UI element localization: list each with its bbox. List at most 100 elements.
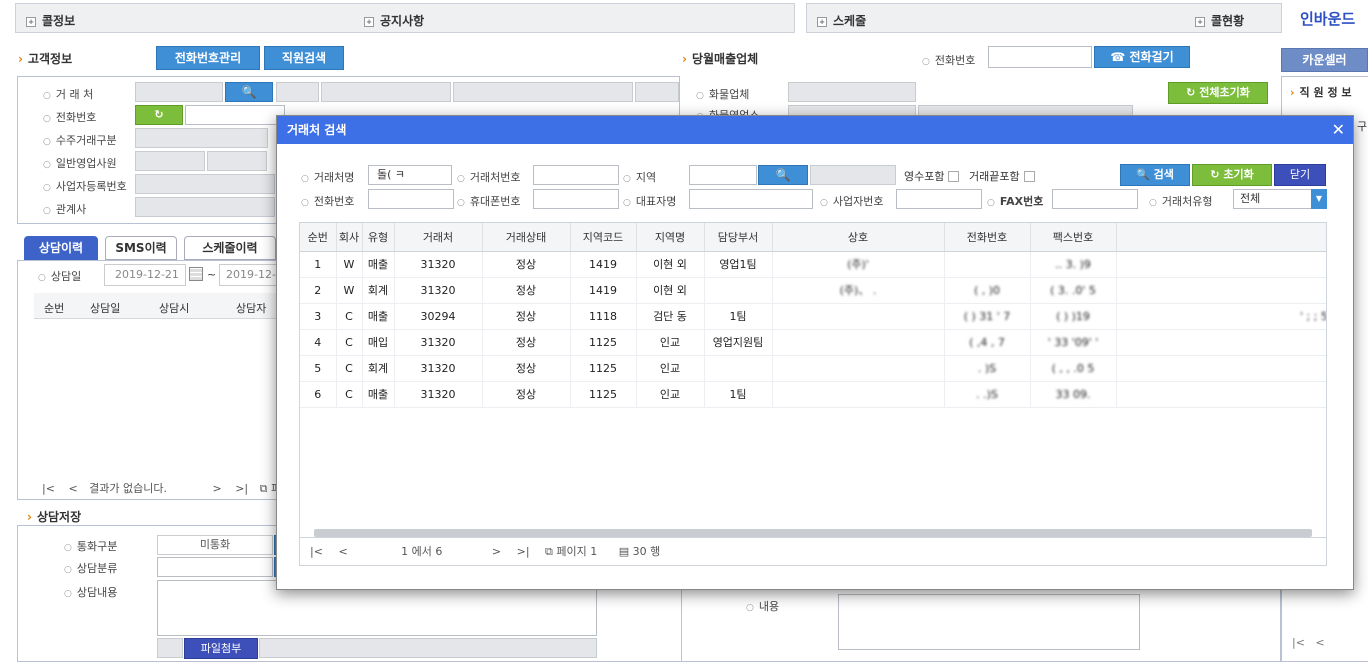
table-cell xyxy=(772,381,945,408)
counselor-header[interactable]: 카운셀러 xyxy=(1281,48,1368,72)
table-cell: ( ,4 , 7 xyxy=(944,329,1031,356)
col-trade-name[interactable]: 상호 xyxy=(772,223,945,252)
calendar-icon[interactable] xyxy=(189,267,203,281)
filter-ceo-input[interactable] xyxy=(689,189,813,209)
dialog-close-button[interactable]: 닫기 xyxy=(1274,164,1326,186)
filter-region-name xyxy=(810,165,896,185)
closed-include-check[interactable]: 거래끝포함 xyxy=(969,168,1035,184)
table-cell: 31320 xyxy=(394,277,483,304)
last-page-button[interactable]: >| xyxy=(235,482,248,495)
filter-fax-input[interactable] xyxy=(1052,189,1138,209)
table-row[interactable]: 1W매출31320정상1419이현 외영업1팀(주)' .. 3. )9· · 성 xyxy=(300,251,1326,278)
call-type-select[interactable]: 미통화 xyxy=(157,535,273,555)
table-cell: 정상 xyxy=(482,329,571,356)
col-no[interactable]: 순번 xyxy=(300,223,337,252)
close-icon[interactable]: ✕ xyxy=(1332,120,1345,139)
table-cell: 매입 xyxy=(362,329,395,356)
tab-schedule-history[interactable]: 스케줄이력 xyxy=(184,236,276,260)
col-type[interactable]: 유형 xyxy=(362,223,395,252)
col-dept[interactable]: 담당부서 xyxy=(704,223,773,252)
search-icon: 🔍 xyxy=(1136,168,1154,181)
memo-textarea[interactable] xyxy=(838,594,1140,650)
table-row[interactable]: 4 C 매입 31320 정상 1125 인교 영업지원팀 ( ,4 , 7 ' 33 '09' … xyxy=(300,329,1326,356)
call-status-tab[interactable]: + 콜현황 xyxy=(1195,12,1244,29)
reset-all-button[interactable]: ↻ 전체초기화 xyxy=(1168,82,1268,104)
account-search-button[interactable]: 🔍 xyxy=(225,82,273,102)
phone-mgmt-button[interactable]: 전화번호관리 xyxy=(156,46,260,70)
horizontal-scrollbar[interactable] xyxy=(314,529,1312,537)
table-cell: 인교 xyxy=(636,381,705,408)
counselor-pager[interactable]: |< < xyxy=(1292,636,1325,649)
col-region-name[interactable]: 지역명 xyxy=(636,223,705,252)
filter-name-input[interactable]: 돌( ㅋ xyxy=(368,165,452,185)
first-page-button[interactable]: |< xyxy=(42,482,55,495)
prev-page-button[interactable]: < xyxy=(338,545,347,558)
table-row[interactable]: 2 W 회계 31320 정상 1419 이현 외 (주)、 .( , )0( 3. .0' … xyxy=(300,277,1326,304)
next-page-button[interactable]: > xyxy=(213,482,222,495)
call-button[interactable]: ☎ 전화걸기 xyxy=(1094,46,1190,68)
table-cell: (주)、 . xyxy=(772,277,945,304)
col-region-code[interactable]: 지역코드 xyxy=(570,223,637,252)
call-type-label: 통화구분 xyxy=(64,538,117,554)
order-type-field[interactable] xyxy=(135,128,268,148)
schedule-tab[interactable]: + 스케줄 xyxy=(817,12,866,29)
dialog-reset-button[interactable]: ↻ 초기화 xyxy=(1192,164,1272,186)
filter-region-input[interactable] xyxy=(689,165,757,185)
col-account[interactable]: 거래처 xyxy=(394,223,483,252)
table-cell: . 7 . xyxy=(1116,277,1326,304)
phone-field[interactable] xyxy=(185,105,285,125)
page-icon: ⧉ xyxy=(259,482,268,495)
dialog-search-button[interactable]: 🔍 검색 xyxy=(1120,164,1190,186)
filter-phone-input[interactable] xyxy=(368,189,454,209)
filter-label-account-no: 거래처번호 xyxy=(457,169,521,185)
region-search-button[interactable]: 🔍 xyxy=(758,165,808,185)
sales-staff-field-1 xyxy=(135,151,205,171)
sales-staff-field-2 xyxy=(207,151,267,171)
table-cell: 정상 xyxy=(482,303,571,330)
results-grid: 순번 회사 유형 거래처 거래상태 지역코드 지역명 담당부서 상호 전화번호 … xyxy=(299,222,1327,538)
table-cell: 1125 xyxy=(570,381,637,408)
date-from-input[interactable]: 2019-12-21 xyxy=(104,264,186,286)
category-select[interactable] xyxy=(157,557,273,577)
table-row[interactable]: 5C회계31320정상1125인교 . )S( , , .0 5·록 ( ; xyxy=(300,355,1326,382)
col-address[interactable]: 주소 xyxy=(1116,223,1326,252)
page-icon: ⧉ xyxy=(545,545,553,558)
first-page-button[interactable]: |< xyxy=(310,545,323,558)
attach-file-button[interactable]: 파일첨부 xyxy=(184,638,258,659)
filter-label-mobile: 휴대폰번호 xyxy=(457,193,521,209)
filter-label-ceo: 대표자명 xyxy=(623,193,676,209)
prev-page-button[interactable]: < xyxy=(68,482,77,495)
col-status[interactable]: 거래상태 xyxy=(482,223,571,252)
col-fax[interactable]: 팩스번호 xyxy=(1030,223,1117,252)
account-field-3 xyxy=(321,82,451,102)
last-page-button[interactable]: >| xyxy=(517,545,530,558)
filter-mobile-input[interactable] xyxy=(533,189,619,209)
filter-bizno-input[interactable] xyxy=(896,189,982,209)
tab-sms-history[interactable]: SMS이력 xyxy=(105,236,177,260)
notice-tab[interactable]: + 공지사항 xyxy=(364,12,424,29)
filter-type-select[interactable]: 전체 ▼ xyxy=(1233,189,1327,209)
field-label-account: 거 래 처 xyxy=(43,86,93,102)
date-to-input[interactable]: 2019-12-21 xyxy=(219,264,277,286)
top-bar-right: + 스케줄 + 콜현황 xyxy=(806,3,1282,33)
account-code-field[interactable] xyxy=(135,82,223,102)
phone-number-input[interactable] xyxy=(988,46,1092,68)
table-cell: 31320 xyxy=(394,251,483,278)
call-info-tab[interactable]: + 콜정보 xyxy=(26,12,75,29)
table-cell xyxy=(772,329,945,356)
col-company[interactable]: 회사 xyxy=(336,223,363,252)
plus-icon: + xyxy=(817,17,827,27)
col-phone[interactable]: 전화번호 xyxy=(944,223,1031,252)
tab-consult-history[interactable]: 상담이력 xyxy=(24,236,98,260)
table-cell: ·록 ( ; xyxy=(1116,355,1326,382)
table-row[interactable]: 6C매출31320정상1125인교1팀 . .)S33 09.구 성 xyxy=(300,381,1326,408)
field-label-sales-staff: 일반영업사원 xyxy=(43,155,117,171)
field-label-phone: 전화번호 xyxy=(43,109,96,125)
phone-icon: ☎ xyxy=(1110,50,1130,64)
table-row[interactable]: 3 C 매출 30294 정상 1118 검단 동 1팀 ( ) 31 ' 7( ) )19 ' … xyxy=(300,303,1326,330)
staff-search-button[interactable]: 직원검색 xyxy=(264,46,344,70)
phone-refresh-button[interactable]: ↻ xyxy=(135,105,183,125)
filter-account-no-input[interactable] xyxy=(533,165,619,185)
receipt-include-check[interactable]: 영수포함 xyxy=(904,168,960,184)
next-page-button[interactable]: > xyxy=(492,545,501,558)
